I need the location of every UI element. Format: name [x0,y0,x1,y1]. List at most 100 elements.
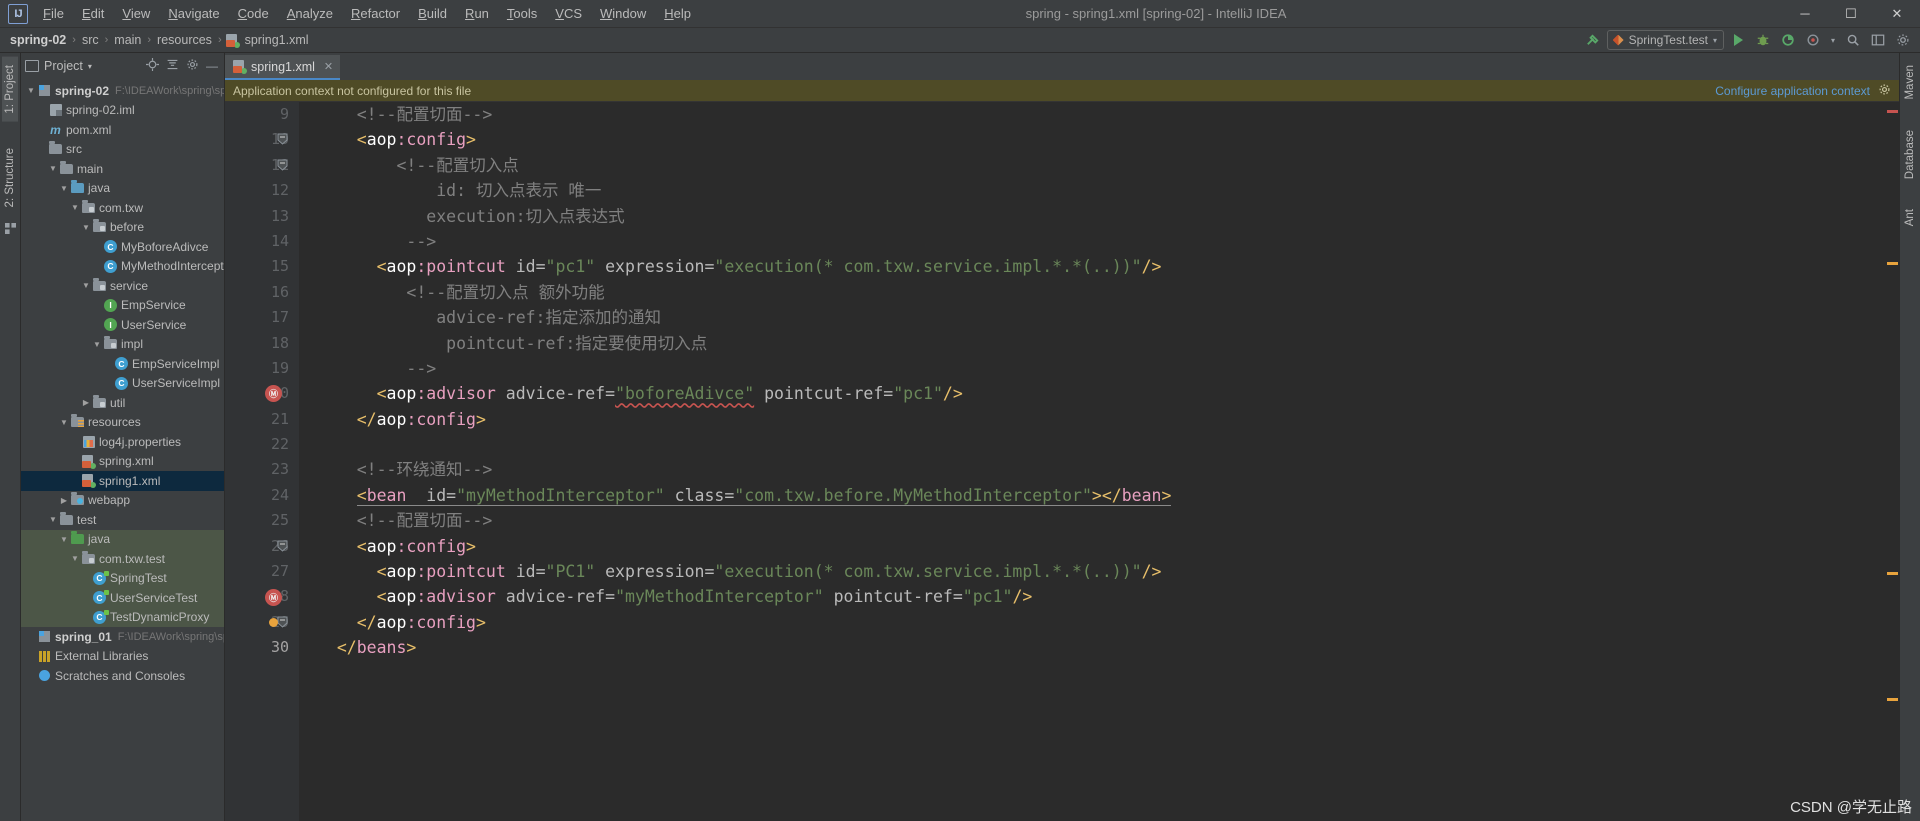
line-number-16[interactable]: 16 [225,280,299,305]
minimize-button[interactable]: ─ [1782,0,1828,28]
menu-item-refactor[interactable]: Refactor [342,3,409,24]
menu-item-analyze[interactable]: Analyze [278,3,342,24]
profile-icon[interactable] [1802,30,1824,50]
menu-item-vcs[interactable]: VCS [546,3,591,24]
chevron-down-icon[interactable]: ▼ [91,340,103,349]
code-line-23[interactable]: <!--环绕通知--> [317,457,1885,482]
fold-marker-26[interactable] [277,540,288,554]
run-dropdown-caret-icon[interactable]: ▾ [1827,30,1839,50]
code-line-11[interactable]: <!--配置切入点 [317,153,1885,178]
breakpoint-marker-28[interactable]: Ⓜ [265,588,282,606]
tree-node-spring1-xml[interactable]: spring1.xml [21,471,224,491]
fold-marker-29[interactable] [277,616,288,630]
tree-node-util[interactable]: ▶ util [21,393,224,413]
code-line-9[interactable]: <!--配置切面--> [317,102,1885,127]
line-number-24[interactable]: 24 [225,483,299,508]
chevron-down-icon[interactable]: ▼ [80,223,92,232]
line-number-21[interactable]: 21 [225,407,299,432]
close-button[interactable]: ✕ [1874,0,1920,28]
tree-node-springtest[interactable]: C SpringTest [21,568,224,588]
chevron-right-icon[interactable]: ▶ [80,398,92,407]
tree-node-com-txw-test[interactable]: ▼ com.txw.test [21,549,224,569]
tree-node-resources[interactable]: ▼ resources [21,413,224,433]
line-number-22[interactable]: 22 [225,432,299,457]
code-line-17[interactable]: advice-ref:指定添加的通知 [317,305,1885,330]
tree-node-src[interactable]: src [21,140,224,160]
tree-node-userservice[interactable]: I UserService [21,315,224,335]
menu-item-help[interactable]: Help [655,3,700,24]
line-number-15[interactable]: 15 [225,254,299,279]
tree-node-empservice[interactable]: I EmpService [21,296,224,316]
breadcrumb-item-spring-02[interactable]: spring-02 [8,33,68,47]
line-number-18[interactable]: 18 [225,331,299,356]
code-line-14[interactable]: --> [317,229,1885,254]
menu-item-window[interactable]: Window [591,3,655,24]
tree-node-before[interactable]: ▼ before [21,218,224,238]
fold-marker-10[interactable] [277,133,288,147]
menu-item-build[interactable]: Build [409,3,456,24]
tree-node-pom-xml[interactable]: m pom.xml [21,120,224,140]
code-line-22[interactable] [317,432,1885,457]
code-line-13[interactable]: execution:切入点表达式 [317,204,1885,229]
close-icon[interactable]: ✕ [324,60,333,73]
settings-icon[interactable] [1892,30,1914,50]
fold-marker-11[interactable] [277,159,288,173]
sidebar-item-ant[interactable]: Ant [1902,201,1918,234]
menu-item-code[interactable]: Code [229,3,278,24]
code-line-21[interactable]: </aop:config> [317,407,1885,432]
tree-node-test[interactable]: ▼ test [21,510,224,530]
editor-scrollbar[interactable] [1885,102,1899,821]
gear-icon[interactable] [1878,83,1891,99]
line-number-9[interactable]: 9 [225,102,299,127]
favorites-icon[interactable] [4,223,16,237]
line-number-13[interactable]: 13 [225,204,299,229]
code-line-24[interactable]: <bean id="myMethodInterceptor" class="co… [317,483,1885,508]
scrollbar-marker-2[interactable] [1887,572,1898,575]
code-line-26[interactable]: <aop:config> [317,534,1885,559]
menu-item-run[interactable]: Run [456,3,498,24]
chevron-down-icon[interactable]: ▼ [47,164,59,173]
hide-panel-icon[interactable]: — [206,59,218,73]
line-number-28[interactable]: 28 [225,584,299,609]
scrollbar-marker-1[interactable] [1887,262,1898,265]
breadcrumb-item-src[interactable]: src [80,33,101,47]
code-line-27[interactable]: <aop:pointcut id="PC1" expression="execu… [317,559,1885,584]
search-icon[interactable] [1842,30,1864,50]
chevron-down-icon[interactable]: ▼ [47,515,59,524]
configure-application-context-link[interactable]: Configure application context [1715,84,1870,98]
chevron-down-icon[interactable]: ▼ [58,418,70,427]
run-icon[interactable] [1727,30,1749,50]
tree-node-mymethodinterceptor[interactable]: C MyMethodInterceptor [21,257,224,277]
maximize-button[interactable]: ☐ [1828,0,1874,28]
chevron-down-icon[interactable]: ▼ [58,535,70,544]
code-line-20[interactable]: <aop:advisor advice-ref="boforeAdivce" p… [317,381,1885,406]
code-line-30[interactable]: </beans> [317,635,1885,660]
line-number-14[interactable]: 14 [225,229,299,254]
code-line-18[interactable]: pointcut-ref:指定要使用切入点 [317,331,1885,356]
breadcrumb-item-main[interactable]: main [112,33,143,47]
line-number-25[interactable]: 25 [225,508,299,533]
chevron-right-icon[interactable]: ▶ [58,496,70,505]
tree-node-userservicetest[interactable]: C UserServiceTest [21,588,224,608]
code-line-25[interactable]: <!--配置切面--> [317,508,1885,533]
menu-item-tools[interactable]: Tools [498,3,546,24]
tree-node-com-txw[interactable]: ▼ com.txw [21,198,224,218]
line-number-17[interactable]: 17 [225,305,299,330]
scrollbar-marker-3[interactable] [1887,698,1898,701]
project-tree[interactable]: ▼ spring-02 F:\IDEAWork\spring\spring-02 sp… [21,79,224,821]
breadcrumb-item-resources[interactable]: resources [155,33,214,47]
chevron-down-icon[interactable]: ▼ [69,554,81,563]
tree-node-log4j-properties[interactable]: log4j.properties [21,432,224,452]
code-line-15[interactable]: <aop:pointcut id="pc1" expression="execu… [317,254,1885,279]
collapse-all-icon[interactable] [166,58,179,74]
breadcrumb-item-spring1-xml[interactable]: spring1.xml [243,33,311,47]
tree-node-impl[interactable]: ▼ impl [21,335,224,355]
tree-node-myboforeadivce[interactable]: C MyBoforeAdivce [21,237,224,257]
tree-node-spring-02[interactable]: ▼ spring-02 F:\IDEAWork\spring\spring-02 [21,81,224,101]
tree-node-java[interactable]: ▼ java [21,529,224,549]
code-line-28[interactable]: <aop:advisor advice-ref="myMethodInterce… [317,584,1885,609]
menu-item-navigate[interactable]: Navigate [159,3,228,24]
line-number-19[interactable]: 19 [225,356,299,381]
tree-node-webapp[interactable]: ▶ webapp [21,491,224,511]
code-line-12[interactable]: id: 切入点表示 唯一 [317,178,1885,203]
